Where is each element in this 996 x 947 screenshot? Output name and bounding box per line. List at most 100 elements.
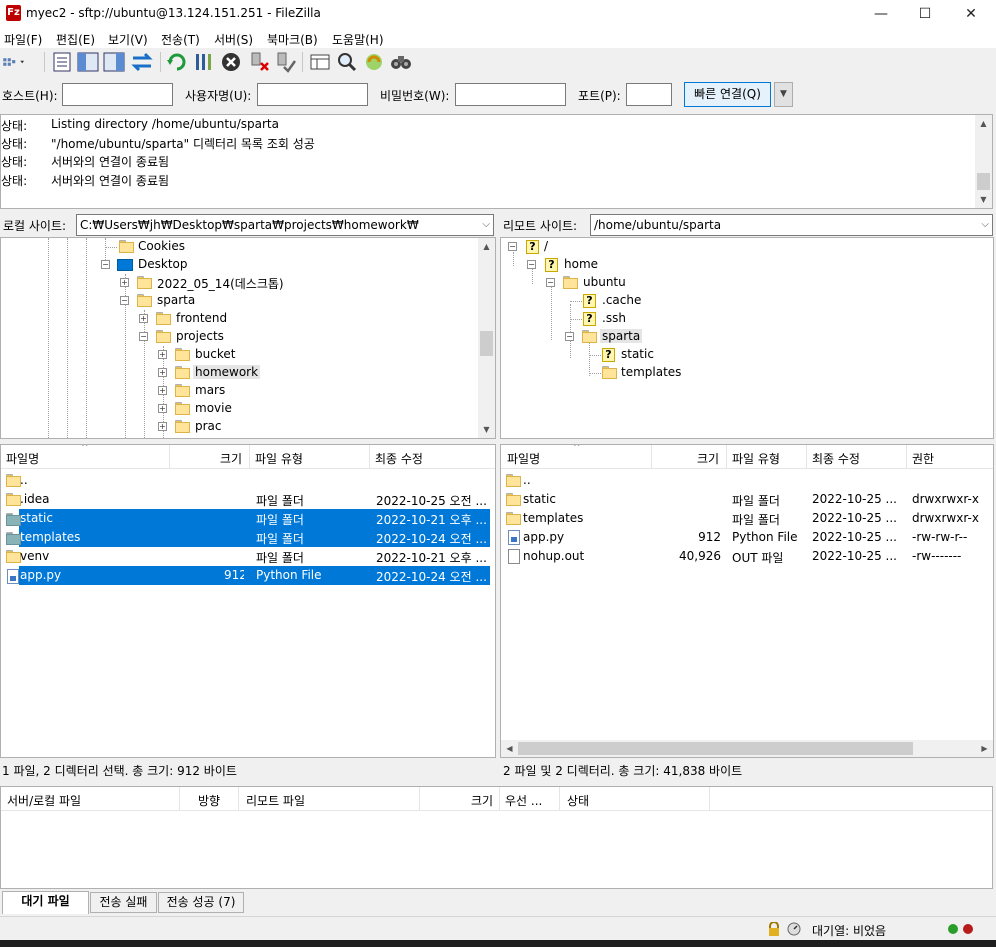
menu-bookmarks[interactable]: 북마크(B) (267, 31, 318, 48)
tree-item[interactable]: − Desktop (101, 256, 481, 274)
log-scrollbar[interactable]: ▲ ▼ (975, 115, 992, 208)
directory-listing-filters-icon[interactable] (308, 51, 332, 73)
menu-view[interactable]: 보기(V) (108, 31, 148, 48)
tree-item[interactable]: + movie (158, 400, 478, 418)
table-row[interactable]: .. (1, 471, 495, 490)
site-manager-icon[interactable] (2, 51, 40, 73)
tree-item[interactable]: − ubuntu (546, 274, 746, 292)
host-input[interactable] (62, 83, 173, 106)
collapse-icon[interactable]: − (101, 260, 110, 269)
table-row[interactable]: templates 파일 폴더 2022-10-25 ... drwxrwxr-… (501, 509, 993, 528)
scroll-down-icon[interactable]: ▼ (478, 421, 495, 438)
menu-server[interactable]: 서버(S) (214, 31, 253, 48)
local-path-combo[interactable]: C:₩Users₩jh₩Desktop₩sparta₩projects₩home… (76, 214, 494, 236)
column-header-local-file[interactable]: 서버/로컬 파일 (7, 792, 81, 809)
synchronized-browsing-icon[interactable] (362, 51, 386, 73)
table-row-selected[interactable]: static 파일 폴더 2022-10-21 오후 ... (19, 509, 490, 528)
collapse-icon[interactable]: − (565, 332, 574, 341)
quickconnect-dropdown-icon[interactable]: ▼ (774, 82, 793, 107)
tree-item-selected[interactable]: − sparta (565, 328, 765, 346)
tab-queued-files[interactable]: 대기 파일 (2, 891, 89, 914)
table-row-selected[interactable]: app.py 912 Python File 2022-10-24 오전 ... (19, 566, 490, 585)
directory-compare-icon[interactable] (335, 51, 359, 73)
expand-icon[interactable]: + (158, 368, 167, 377)
column-header-status[interactable]: 상태 (567, 792, 589, 809)
table-row[interactable]: venv 파일 폴더 2022-10-21 오후 ... (1, 547, 495, 566)
scrollbar-thumb[interactable] (518, 742, 913, 755)
menu-edit[interactable]: 편집(E) (56, 31, 95, 48)
toggle-queue-icon[interactable] (130, 51, 154, 73)
quickconnect-button[interactable]: 빠른 연결(Q) (684, 82, 771, 107)
remote-list-hscrollbar[interactable]: ◀ ▶ (501, 740, 993, 757)
toggle-remote-tree-icon[interactable] (102, 51, 126, 73)
column-header-modified[interactable]: 최종 수정 (375, 450, 423, 467)
table-row[interactable]: .idea 파일 폴더 2022-10-25 오전 ... (1, 490, 495, 509)
column-header-size[interactable]: 크기 (697, 450, 719, 467)
local-tree-scrollbar[interactable]: ▲ ▼ (478, 238, 495, 438)
toggle-log-icon[interactable] (50, 51, 74, 73)
column-header-modified[interactable]: 최종 수정 (812, 450, 860, 467)
tab-failed-transfers[interactable]: 전송 실패 (90, 892, 157, 913)
tree-item[interactable]: − ? / (508, 238, 708, 256)
speed-limit-icon[interactable] (787, 922, 801, 936)
tree-item[interactable]: + 2022_05_14(데스크톱) (120, 274, 480, 292)
disconnect-icon[interactable] (248, 51, 272, 73)
toggle-local-tree-icon[interactable] (76, 51, 100, 73)
column-header-size[interactable]: 크기 (471, 792, 493, 809)
tree-item[interactable]: ? static (589, 346, 789, 364)
expand-icon[interactable]: + (158, 386, 167, 395)
tree-item[interactable]: Cookies (105, 238, 485, 256)
username-input[interactable] (257, 83, 368, 106)
tab-successful-transfers[interactable]: 전송 성공 (7) (158, 892, 244, 913)
chevron-down-icon[interactable]: ⌵ (482, 215, 490, 235)
menu-transfer[interactable]: 전송(T) (161, 31, 200, 48)
tree-item[interactable]: − ? home (527, 256, 727, 274)
scroll-right-icon[interactable]: ▶ (976, 740, 993, 757)
scrollbar-thumb[interactable] (480, 331, 493, 356)
column-header-filename[interactable]: 파일명 (6, 450, 39, 467)
chevron-down-icon[interactable]: ⌵ (981, 215, 989, 235)
scroll-up-icon[interactable]: ▲ (478, 238, 495, 255)
menu-help[interactable]: 도움말(H) (332, 31, 384, 48)
cancel-operation-icon[interactable] (219, 51, 243, 73)
expand-icon[interactable]: + (158, 350, 167, 359)
reconnect-icon[interactable] (274, 51, 298, 73)
column-header-permissions[interactable]: 권한 (912, 450, 934, 467)
scrollbar-thumb[interactable] (977, 173, 990, 190)
refresh-icon[interactable] (165, 51, 189, 73)
process-queue-icon[interactable] (192, 51, 216, 73)
table-row-selected[interactable]: templates 파일 폴더 2022-10-24 오전 ... (19, 528, 490, 547)
table-row[interactable]: static 파일 폴더 2022-10-25 ... drwxrwxr-x (501, 490, 993, 509)
table-row[interactable]: nohup.out 40,926 OUT 파일 2022-10-25 ... -… (501, 547, 993, 566)
search-remote-files-icon[interactable] (389, 51, 413, 73)
minimize-button[interactable]: — (858, 0, 904, 28)
maximize-button[interactable]: ☐ (902, 0, 948, 28)
password-input[interactable] (455, 83, 566, 106)
menu-file[interactable]: 파일(F) (4, 31, 42, 48)
collapse-icon[interactable]: − (139, 332, 148, 341)
tree-item-selected[interactable]: + homework (158, 364, 478, 382)
column-header-direction[interactable]: 방향 (198, 792, 220, 809)
close-button[interactable]: ✕ (948, 0, 994, 28)
column-header-remote-file[interactable]: 리모트 파일 (246, 792, 305, 809)
expand-icon[interactable]: + (139, 314, 148, 323)
tree-item[interactable]: + mars (158, 382, 478, 400)
collapse-icon[interactable]: − (527, 260, 536, 269)
column-header-filename[interactable]: 파일명 (507, 450, 540, 467)
tree-item[interactable]: templates (589, 364, 789, 382)
tree-item[interactable]: − projects (139, 328, 479, 346)
column-header-size[interactable]: 크기 (220, 450, 242, 467)
collapse-icon[interactable]: − (546, 278, 555, 287)
collapse-icon[interactable]: − (120, 296, 129, 305)
tree-item[interactable]: + prac (158, 418, 478, 436)
remote-path-combo[interactable]: /home/ubuntu/sparta ⌵ (590, 214, 993, 236)
table-row[interactable]: app.py 912 Python File 2022-10-25 ... -r… (501, 528, 993, 547)
tree-item[interactable]: + frontend (139, 310, 479, 328)
column-header-type[interactable]: 파일 유형 (255, 450, 303, 467)
table-row[interactable]: .. (501, 471, 993, 490)
expand-icon[interactable]: + (158, 404, 167, 413)
tree-item[interactable]: + bucket (158, 346, 478, 364)
tree-item[interactable]: − sparta (120, 292, 480, 310)
port-input[interactable] (626, 83, 672, 106)
column-header-type[interactable]: 파일 유형 (732, 450, 780, 467)
